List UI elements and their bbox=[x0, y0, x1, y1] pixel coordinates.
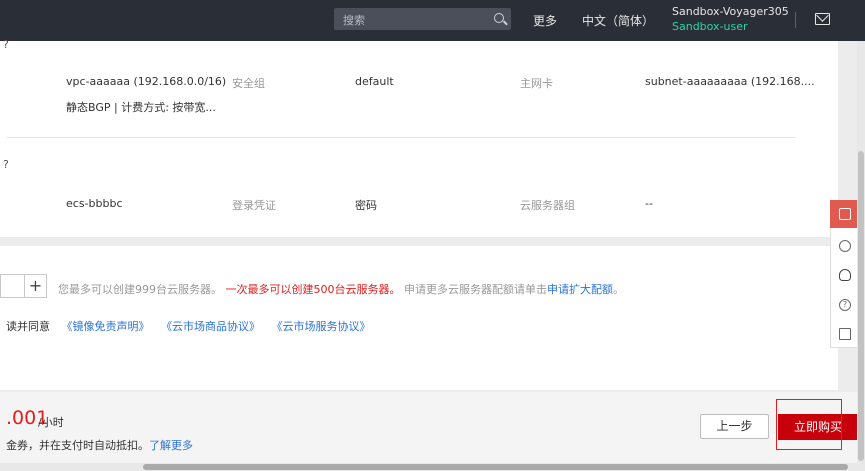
quota-note-text: 您最多可以创建999台云服务器。 bbox=[58, 283, 222, 296]
horizontal-scroll-thumb[interactable] bbox=[143, 464, 848, 470]
nic-label: 主网卡 bbox=[520, 77, 553, 90]
user-name: Sandbox-user bbox=[672, 20, 748, 33]
config-summary-card: ? vpc-aaaaaa (192.168.0.0/16) 安全组 defaul… bbox=[0, 38, 838, 237]
search-input[interactable]: 搜索 bbox=[334, 8, 511, 30]
ecs-name-value: ecs-bbbbc bbox=[66, 197, 123, 210]
chat-icon[interactable] bbox=[839, 208, 851, 220]
search-placeholder: 搜索 bbox=[343, 14, 365, 27]
credential-label: 登录凭证 bbox=[232, 199, 276, 212]
vertical-scroll-thumb[interactable] bbox=[858, 151, 864, 461]
server-group-value: -- bbox=[645, 197, 653, 210]
floating-tool-panel: ? bbox=[830, 200, 859, 348]
image-disclaimer-link[interactable]: 《镜像免责声明》 bbox=[62, 320, 150, 333]
horizontal-scrollbar[interactable] bbox=[0, 463, 857, 471]
help-icon[interactable]: ? bbox=[839, 299, 851, 311]
more-menu[interactable]: 更多 bbox=[533, 12, 557, 29]
quota-limit-warning: 一次最多可以创建500台云服务器。 bbox=[225, 283, 401, 296]
security-group-value: default bbox=[355, 75, 394, 88]
highlight-box bbox=[776, 399, 842, 450]
smile-icon[interactable] bbox=[839, 240, 851, 252]
marketplace-product-agreement-link[interactable]: 《云市场商品协议》 bbox=[161, 320, 260, 333]
subnet-value: subnet-aaaaaaaaa (192.168.... bbox=[645, 75, 815, 88]
topbar-divider bbox=[795, 12, 796, 28]
security-group-label: 安全组 bbox=[232, 77, 265, 90]
previous-step-button[interactable]: 上一步 bbox=[700, 414, 769, 439]
search-icon[interactable] bbox=[494, 13, 504, 23]
account-menu[interactable]: Sandbox-Voyager305 Sandbox-user bbox=[672, 4, 789, 34]
price-unit: /小时 bbox=[38, 416, 64, 429]
language-selector[interactable]: 中文（简体） bbox=[582, 12, 654, 29]
quota-note: 您最多可以创建999台云服务器。 一次最多可以创建500台云服务器。 申请更多云… bbox=[58, 281, 624, 297]
vpc-value: vpc-aaaaaa (192.168.0.0/16) bbox=[66, 75, 227, 88]
apply-quota-link[interactable]: 申请扩大配额 bbox=[547, 283, 613, 296]
vertical-scrollbar[interactable] bbox=[857, 41, 865, 471]
agreement-prefix: 读并同意 bbox=[6, 320, 50, 333]
edit-icon[interactable] bbox=[839, 328, 851, 340]
section-edge-mark: ? bbox=[3, 158, 9, 171]
quantity-plus-button[interactable]: + bbox=[24, 274, 47, 298]
account-name: Sandbox-Voyager305 bbox=[672, 5, 789, 18]
coupon-note: 金券，并在支付时自动抵扣。了解更多 bbox=[6, 437, 193, 453]
server-group-label: 云服务器组 bbox=[520, 199, 575, 212]
bandwidth-value: 静态BGP | 计费方式: 按带宽... bbox=[66, 101, 216, 114]
marketplace-service-agreement-link[interactable]: 《云市场服务协议》 bbox=[272, 320, 371, 333]
top-navigation-bar: 搜索 更多 中文（简体） Sandbox-Voyager305 Sandbox-… bbox=[0, 0, 865, 41]
agreement-row: 读并同意 《镜像免责声明》 《云市场商品协议》 《云市场服务协议》 bbox=[6, 318, 371, 334]
quota-note-apply: 申请更多云服务器配额请单击 bbox=[404, 283, 547, 296]
section-divider bbox=[6, 137, 796, 138]
credential-value: 密码 bbox=[355, 199, 377, 212]
robot-icon[interactable] bbox=[839, 269, 851, 281]
section-edge-mark: ? bbox=[3, 38, 9, 51]
learn-more-link[interactable]: 了解更多 bbox=[149, 439, 193, 452]
mail-icon[interactable] bbox=[815, 13, 830, 25]
coupon-text: 金券，并在支付时自动抵扣。 bbox=[6, 439, 149, 452]
quota-note-end: 。 bbox=[613, 283, 624, 296]
